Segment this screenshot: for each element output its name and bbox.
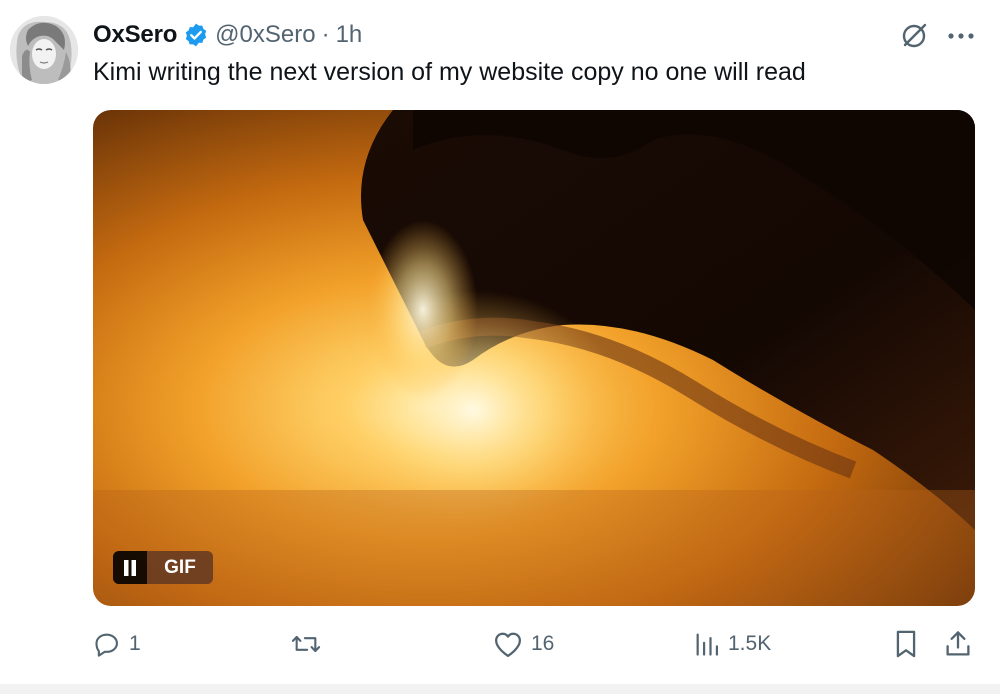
pause-icon [124, 559, 136, 576]
tweet-header: OxSero @0xSero · 1h [93, 19, 362, 51]
like-count: 16 [531, 632, 555, 655]
gif-media[interactable]: GIF [93, 110, 975, 606]
reply-icon [95, 633, 118, 657]
bookmark-icon [896, 630, 916, 658]
tweet-actions: 1 16 1.5K [0, 622, 1000, 666]
more-icon [948, 33, 974, 39]
gif-frame [93, 110, 975, 606]
like-button[interactable]: 16 [493, 622, 554, 666]
share-button[interactable] [944, 622, 972, 666]
share-icon [946, 631, 970, 656]
reply-button[interactable]: 1 [93, 622, 141, 666]
tweet-text: Kimi writing the next version of my webs… [93, 58, 806, 86]
views-button[interactable]: 1.5K [694, 622, 771, 666]
user-handle[interactable]: @0xSero [215, 21, 315, 49]
more-options-button[interactable] [944, 20, 978, 52]
gif-badge: GIF [113, 551, 213, 584]
views-icon [696, 633, 719, 656]
bookmark-button[interactable] [893, 622, 919, 666]
grok-button[interactable] [898, 20, 930, 52]
repost-button[interactable] [290, 622, 330, 666]
repost-icon [291, 635, 321, 653]
display-name[interactable]: OxSero [93, 21, 177, 49]
bottom-divider [0, 684, 1000, 694]
verified-badge-icon[interactable] [183, 22, 209, 48]
reply-count: 1 [129, 632, 141, 655]
avatar[interactable] [10, 16, 78, 84]
timestamp[interactable]: 1h [336, 21, 363, 49]
pause-button[interactable] [113, 551, 147, 584]
gif-label: GIF [147, 551, 213, 584]
views-count: 1.5K [728, 632, 772, 655]
grok-icon [902, 23, 927, 48]
heart-icon [495, 632, 521, 657]
avatar-image [10, 16, 78, 84]
separator-dot: · [321, 21, 330, 48]
